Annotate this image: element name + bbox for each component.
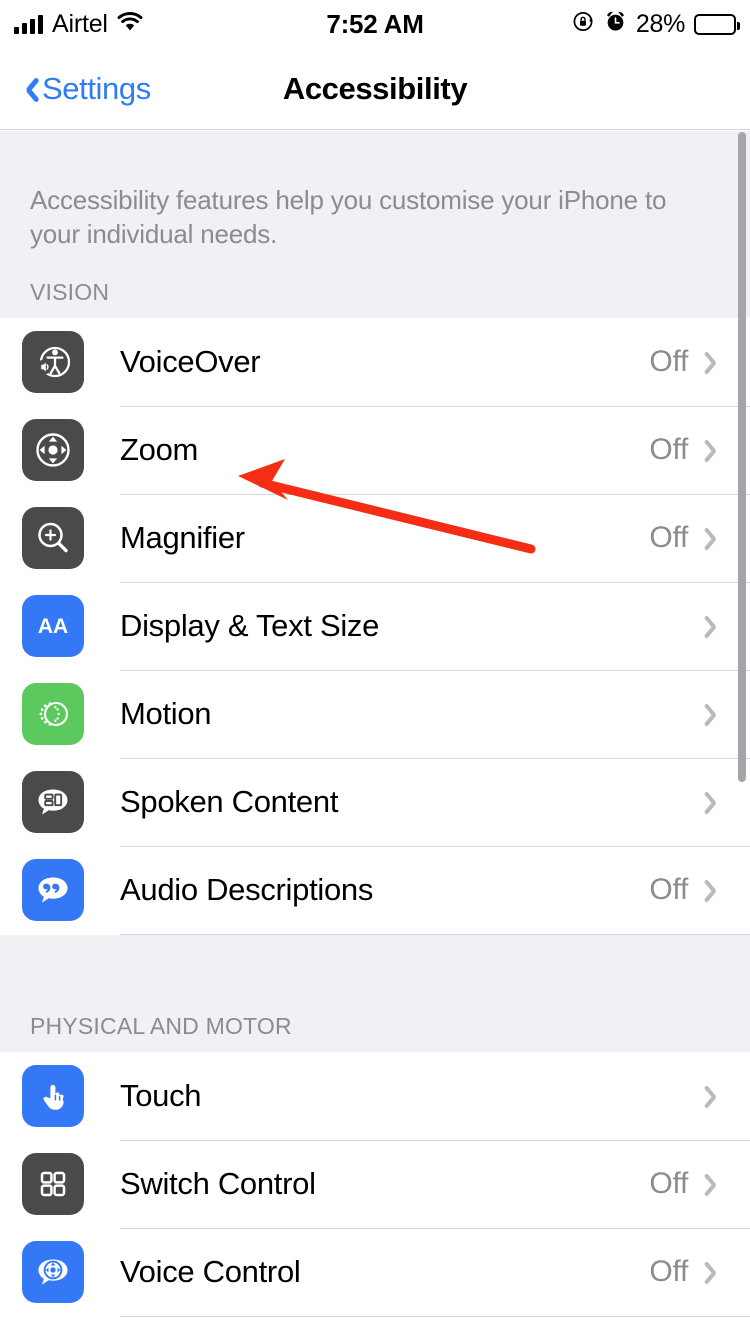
audio-descriptions-icon xyxy=(22,859,84,921)
row-spoken-content[interactable]: Spoken Content xyxy=(0,758,750,846)
row-zoom[interactable]: Zoom Off xyxy=(0,406,750,494)
chevron-right-icon xyxy=(708,701,722,727)
chevron-right-icon xyxy=(708,877,722,903)
chevron-right-icon xyxy=(708,789,722,815)
chevron-right-icon xyxy=(708,349,722,375)
iphone-screen: Airtel 7:52 AM 28% Settings Accessibilit… xyxy=(0,0,750,1334)
motion-icon xyxy=(22,683,84,745)
row-display-text-size[interactable]: AA Display & Text Size xyxy=(0,582,750,670)
battery-icon xyxy=(694,13,740,35)
row-label: Audio Descriptions xyxy=(120,872,374,907)
section-header-vision: VISION xyxy=(0,251,750,318)
chevron-right-icon xyxy=(708,525,722,551)
chevron-right-icon xyxy=(708,437,722,463)
display-text-size-icon: AA xyxy=(22,595,84,657)
section-spacer xyxy=(0,935,750,985)
physical-and-motor-list: Touch Switch Control Off Voice Control O… xyxy=(0,1052,750,1317)
battery-percent: 28% xyxy=(635,9,685,38)
row-touch[interactable]: Touch xyxy=(0,1052,750,1140)
row-switch-control[interactable]: Switch Control Off xyxy=(0,1140,750,1228)
svg-text:AA: AA xyxy=(38,615,68,638)
touch-icon xyxy=(22,1065,84,1127)
vertical-scrollbar[interactable] xyxy=(738,132,746,782)
row-label: Switch Control xyxy=(120,1166,316,1201)
row-value: Off xyxy=(649,1167,688,1200)
zoom-icon xyxy=(22,419,84,481)
status-bar-right: 28% xyxy=(572,0,740,48)
row-label: VoiceOver xyxy=(120,344,261,379)
voiceover-icon xyxy=(22,331,84,393)
row-value: Off xyxy=(649,1255,688,1288)
section-header-physical-and-motor: PHYSICAL AND MOTOR xyxy=(0,985,750,1052)
navigation-bar: Settings Accessibility xyxy=(0,48,750,130)
row-voiceover[interactable]: VoiceOver Off xyxy=(0,318,750,406)
settings-list: Accessibility features help you customis… xyxy=(0,131,750,1334)
row-audio-descriptions[interactable]: Audio Descriptions Off xyxy=(0,846,750,934)
row-label: Magnifier xyxy=(120,520,245,555)
status-bar-clock: 7:52 AM xyxy=(326,8,424,39)
row-label: Touch xyxy=(120,1078,202,1113)
intro-block: Accessibility features help you customis… xyxy=(0,131,750,251)
row-value: Off xyxy=(649,345,688,378)
row-label: Spoken Content xyxy=(120,784,339,819)
row-label: Zoom xyxy=(120,432,199,467)
row-voice-control[interactable]: Voice Control Off xyxy=(0,1228,750,1316)
alarm-clock-icon xyxy=(604,10,627,38)
row-value: Off xyxy=(649,873,688,906)
row-value: Off xyxy=(649,433,688,466)
row-magnifier[interactable]: Magnifier Off xyxy=(0,494,750,582)
vision-list: VoiceOver Off Zoom Off Magnifier Off AA … xyxy=(0,318,750,935)
chevron-right-icon xyxy=(708,1259,722,1285)
row-value: Off xyxy=(649,521,688,554)
rotation-lock-icon xyxy=(572,10,595,38)
status-bar: Airtel 7:52 AM 28% xyxy=(0,0,750,48)
magnifier-icon xyxy=(22,507,84,569)
row-motion[interactable]: Motion xyxy=(0,670,750,758)
switch-control-icon xyxy=(22,1153,84,1215)
chevron-right-icon xyxy=(708,613,722,639)
row-label: Motion xyxy=(120,696,212,731)
row-label: Display & Text Size xyxy=(120,608,380,643)
page-title: Accessibility xyxy=(282,71,468,106)
row-label: Voice Control xyxy=(120,1254,301,1289)
spoken-content-icon xyxy=(22,771,84,833)
voice-control-icon xyxy=(22,1241,84,1303)
chevron-right-icon xyxy=(708,1171,722,1197)
intro-text: Accessibility features help you customis… xyxy=(30,185,667,249)
chevron-right-icon xyxy=(708,1083,722,1109)
